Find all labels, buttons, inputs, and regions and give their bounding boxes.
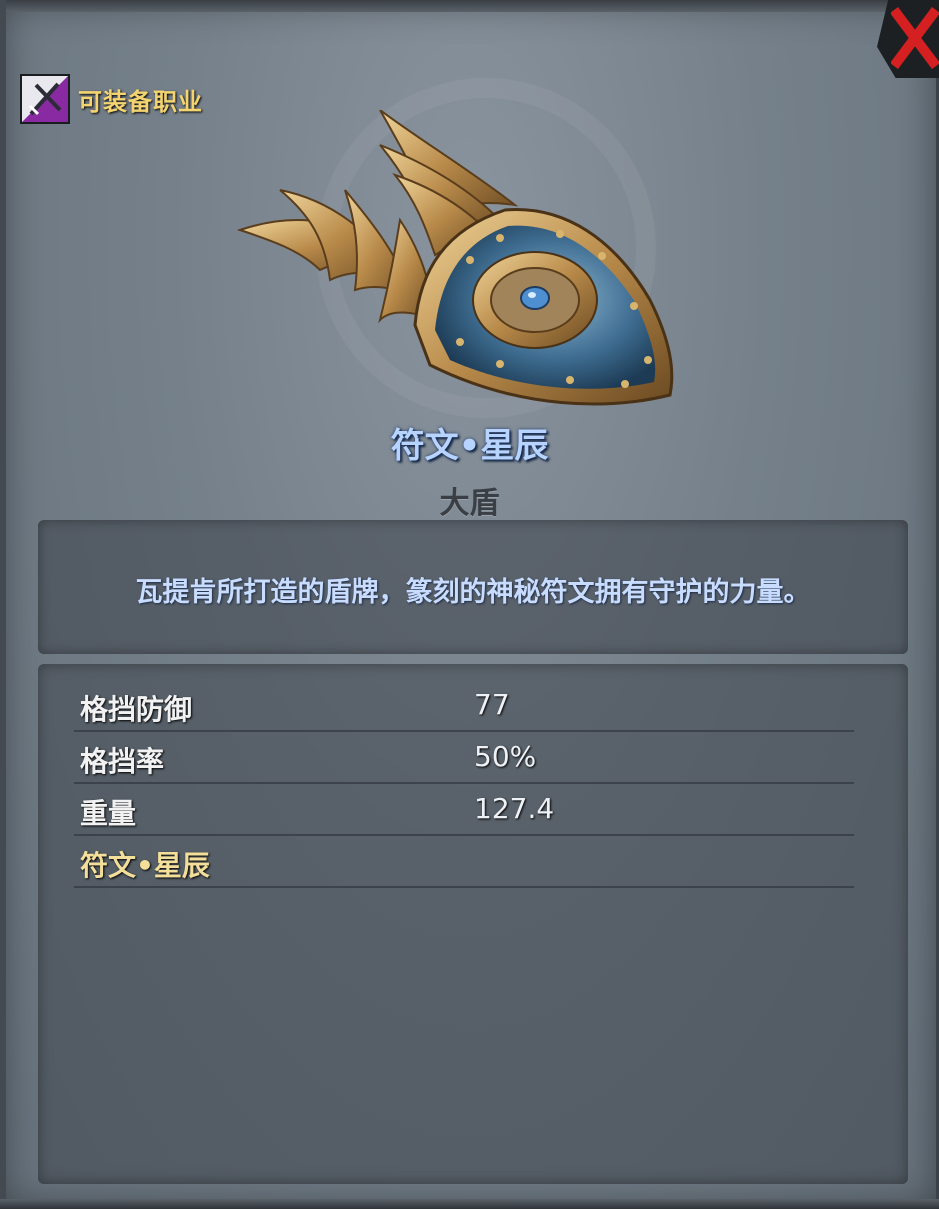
winged-shield-image — [236, 110, 674, 406]
stat-row-weight: 重量 127.4 — [74, 782, 854, 836]
description-box: 瓦提肯所打造的盾牌，篆刻的神秘符文拥有守护的力量。 — [38, 520, 908, 654]
stat-row-set-name: 符文•星辰 — [74, 834, 854, 888]
item-name: 符文•星辰 — [390, 426, 549, 466]
bottom-frame — [0, 1199, 939, 1209]
stat-label: 格挡防御 — [80, 693, 193, 726]
item-detail-panel: 可装备职业 符文•星辰 大盾 瓦提肯所打造的盾牌，篆刻的神秘符文拥有守护的力量。… — [0, 0, 939, 1209]
sword-class-icon[interactable] — [20, 74, 70, 124]
equippable-class: 可装备职业 — [20, 74, 203, 124]
left-frame — [0, 0, 6, 1209]
stat-label: 格挡率 — [80, 745, 165, 778]
close-button[interactable] — [877, 0, 939, 78]
item-description: 瓦提肯所打造的盾牌，篆刻的神秘符文拥有守护的力量。 — [135, 577, 811, 608]
close-icon — [891, 7, 939, 69]
stat-value: 77 — [474, 688, 510, 721]
stats-box: 格挡防御 77 格挡率 50% 重量 127.4 符文•星辰 — [38, 664, 908, 1184]
stat-row-block-defense: 格挡防御 77 — [74, 678, 854, 732]
set-name-label: 符文•星辰 — [80, 849, 210, 882]
stat-value: 127.4 — [474, 792, 555, 825]
top-frame — [0, 0, 939, 12]
class-label: 可装备职业 — [78, 87, 203, 116]
item-type: 大盾 — [439, 486, 500, 521]
stat-value: 50% — [474, 740, 537, 773]
stat-row-block-rate: 格挡率 50% — [74, 730, 854, 784]
stat-label: 重量 — [80, 797, 137, 830]
